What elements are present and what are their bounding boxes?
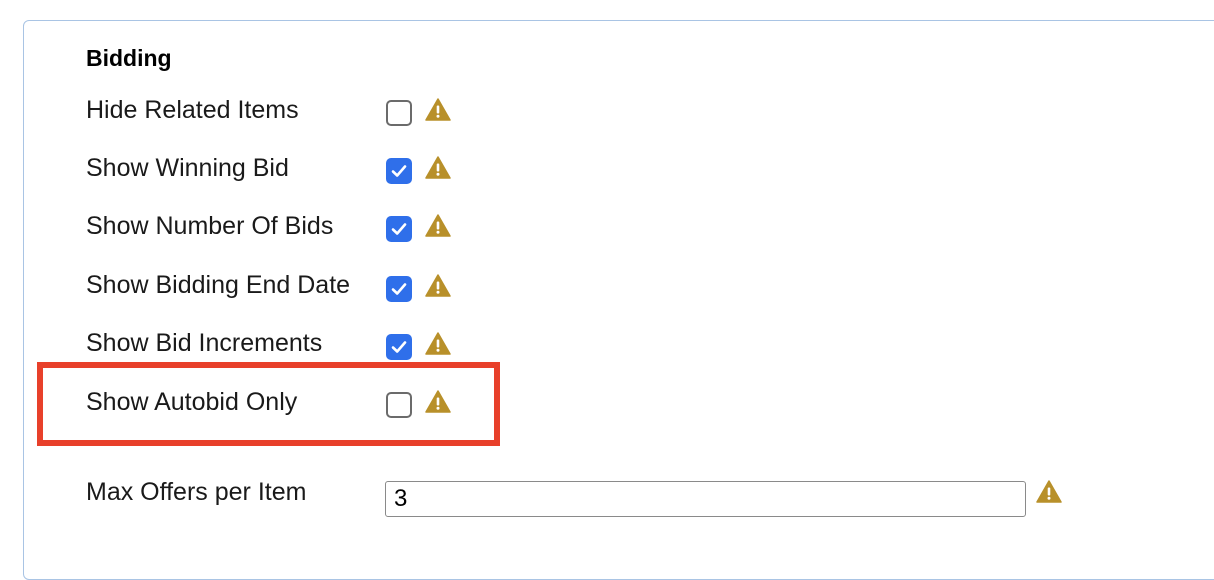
max-offers-label: Max Offers per Item [86,478,307,506]
checkmark-icon [391,223,407,235]
warning-icon[interactable] [425,214,451,237]
section-title: Bidding [86,45,172,71]
checkmark-icon [391,341,407,353]
warning-icon[interactable] [425,390,451,413]
warning-icon[interactable] [425,98,451,121]
option-label-hide-related-items: Hide Related Items [86,96,299,124]
warning-icon[interactable] [425,156,451,179]
checkbox-show-number-of-bids[interactable] [386,216,412,242]
warning-icon[interactable] [1036,480,1062,503]
option-label-show-bid-increments: Show Bid Increments [86,329,323,357]
warning-icon[interactable] [425,274,451,297]
option-label-show-winning-bid: Show Winning Bid [86,154,289,182]
checkbox-hide-related-items[interactable] [386,100,412,126]
option-label-show-autobid-only: Show Autobid Only [86,388,298,416]
max-offers-input[interactable] [385,481,1026,517]
warning-icon[interactable] [425,332,451,355]
option-label-show-number-of-bids: Show Number Of Bids [86,212,334,240]
checkbox-show-winning-bid[interactable] [386,158,412,184]
checkbox-show-bidding-end-date[interactable] [386,276,412,302]
option-label-show-bidding-end-date: Show Bidding End Date [86,271,351,299]
checkmark-icon [391,283,407,295]
checkmark-icon [391,165,407,177]
checkbox-show-bid-increments[interactable] [386,334,412,360]
checkbox-show-autobid-only[interactable] [386,392,412,418]
